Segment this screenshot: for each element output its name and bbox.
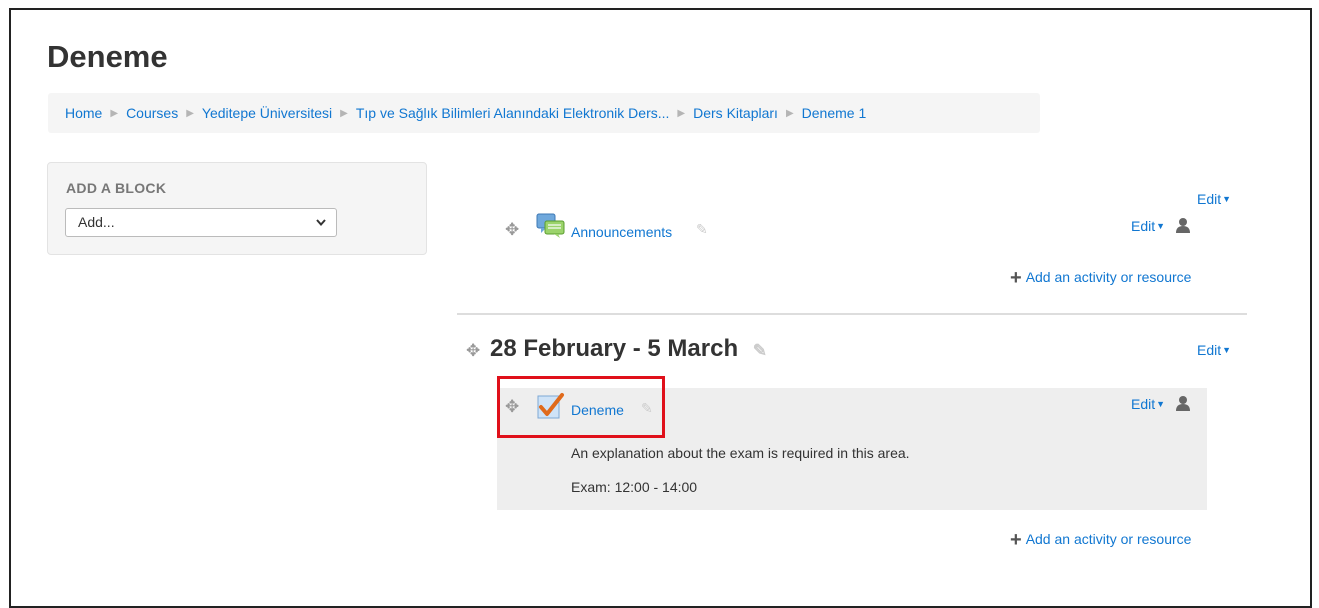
breadcrumb-separator-icon: ▶ [677,107,686,119]
breadcrumb-subcategory[interactable]: Ders Kitapları [693,105,778,121]
forum-icon [536,212,566,245]
user-icon[interactable] [1175,395,1191,411]
section-divider [457,313,1247,315]
plus-icon: + [1010,529,1022,551]
breadcrumb-separator-icon: ▶ [340,107,348,119]
breadcrumb-courses[interactable]: Courses [126,105,178,121]
caret-down-icon: ▼ [1222,194,1232,204]
section-title: 28 February - 5 March ✎ [490,335,767,363]
move-icon[interactable]: ✥ [466,341,480,361]
section0-add-activity-link[interactable]: + Add an activity or resource [1010,267,1191,290]
caret-down-icon: ▼ [1156,399,1166,409]
pencil-icon[interactable]: ✎ [753,341,767,361]
add-block-panel: ADD A BLOCK Add... [47,162,427,255]
add-block-title: ADD A BLOCK [66,180,167,196]
move-icon[interactable]: ✥ [505,220,519,240]
section0-add-activity-label: Add an activity or resource [1025,269,1192,285]
caret-down-icon: ▼ [1222,345,1232,355]
add-block-select-value: Add... [78,214,115,230]
page-title: Deneme [47,39,168,74]
announcements-edit-label: Edit [1131,218,1156,234]
breadcrumb-category[interactable]: Tıp ve Sağlık Bilimleri Alanındaki Elekt… [356,105,670,121]
section1-edit-label: Edit [1197,342,1222,358]
section1-edit-menu[interactable]: Edit▼ [1197,342,1231,358]
highlight-box [497,376,665,438]
activity-description: An explanation about the exam is require… [571,445,910,461]
deneme-edit-label: Edit [1131,396,1156,412]
section-title-text: 28 February - 5 March [490,335,739,362]
section1-add-activity-label: Add an activity or resource [1025,531,1192,547]
deneme-edit-menu[interactable]: Edit▼ [1131,395,1191,412]
exam-time: Exam: 12:00 - 14:00 [571,479,698,495]
breadcrumb-home[interactable]: Home [65,105,102,121]
pencil-icon[interactable]: ✎ [696,221,708,238]
chevron-down-icon [315,209,327,246]
caret-down-icon: ▼ [1156,221,1166,231]
breadcrumb: Home ▶ Courses ▶ Yeditepe Üniversitesi ▶… [48,93,1040,133]
breadcrumb-separator-icon: ▶ [785,107,794,119]
section1-add-activity-link[interactable]: + Add an activity or resource [1010,529,1191,552]
breadcrumb-separator-icon: ▶ [110,107,119,119]
user-icon[interactable] [1175,217,1191,233]
breadcrumb-university[interactable]: Yeditepe Üniversitesi [202,105,332,121]
section0-edit-menu[interactable]: Edit▼ [1197,191,1231,207]
breadcrumb-separator-icon: ▶ [186,107,194,119]
section0-edit-label: Edit [1197,191,1222,207]
announcements-link[interactable]: Announcements [571,224,672,240]
breadcrumb-course[interactable]: Deneme 1 [802,105,867,121]
announcements-edit-menu[interactable]: Edit▼ [1131,217,1191,234]
add-block-select[interactable]: Add... [65,208,337,237]
plus-icon: + [1010,267,1022,289]
